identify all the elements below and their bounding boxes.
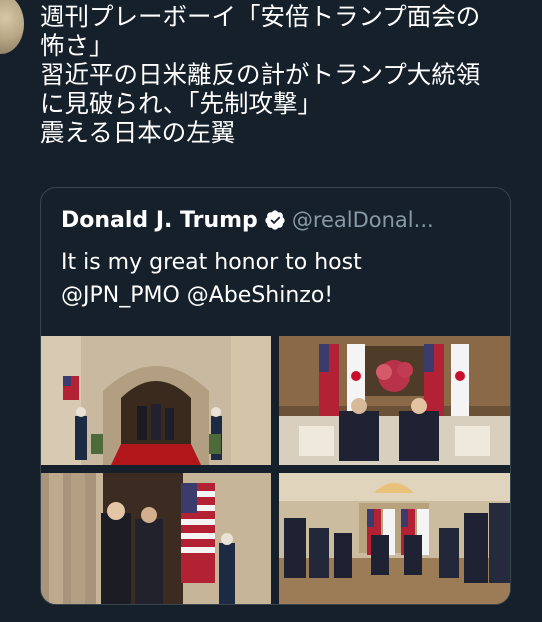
author-name[interactable]: Donald J. Trump <box>61 208 258 233</box>
media-grid <box>41 336 510 604</box>
quoted-tweet-text-line: It is my great honor to host <box>61 250 362 275</box>
quoted-tweet-header: Donald J. Trump @realDonal... <box>61 205 434 235</box>
verified-badge-icon <box>264 209 286 231</box>
avatar[interactable] <box>0 0 24 54</box>
tweet-text-line: 怖さ」 <box>40 31 114 60</box>
tweet-text-line: 習近平の日米離反の計がトランプ大統領 <box>40 60 481 89</box>
entrance-photo[interactable] <box>41 336 271 465</box>
tweet-text-line: に見破られ、「先制攻撃」 <box>40 89 322 118</box>
tweet-detail-page: 週刊プレーボーイ「安倍トランプ面会の 怖さ」 習近平の日米離反の計がトランプ大統… <box>0 0 542 622</box>
quoted-tweet-card[interactable]: Donald J. Trump @realDonal... It is my g… <box>40 187 511 605</box>
author-handle[interactable]: @realDonal... <box>292 208 434 232</box>
quoted-tweet-text: It is my great honor to host @JPN_PMO @A… <box>61 246 501 312</box>
tweet-text-line: 週刊プレーボーイ「安倍トランプ面会の <box>40 2 481 31</box>
tweet-text-line: 震える日本の左翼 <box>40 118 236 147</box>
greeting-flag-photo[interactable] <box>41 473 271 604</box>
quoted-tweet-text-line: @JPN_PMO @AbeShinzo! <box>61 283 334 308</box>
meeting-room-photo[interactable] <box>279 473 510 604</box>
tweet-text: 週刊プレーボーイ「安倍トランプ面会の 怖さ」 習近平の日米離反の計がトランプ大統… <box>40 2 530 147</box>
handshake-seated-photo[interactable] <box>279 336 510 465</box>
